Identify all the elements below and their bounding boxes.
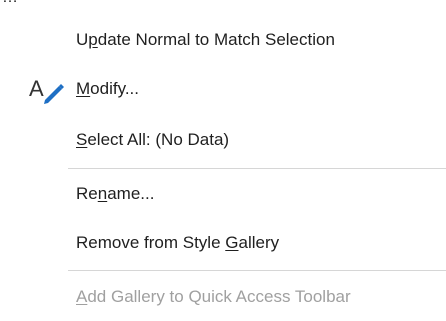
menu-item-select-all[interactable]: Select All: (No Data) [0, 118, 446, 162]
menu-separator [68, 270, 446, 271]
style-format-icon: A [28, 74, 68, 104]
menu-item-label: Rename... [76, 184, 155, 203]
context-menu: Update Normal to Match Selection A Modif… [0, 8, 446, 321]
menu-item-update-normal[interactable]: Update Normal to Match Selection [0, 18, 446, 62]
menu-item-remove-from-gallery[interactable]: Remove from Style Gallery [0, 221, 446, 265]
svg-text:A: A [29, 76, 44, 101]
background-text: … [2, 0, 19, 7]
menu-item-label: Update Normal to Match Selection [76, 30, 335, 49]
menu-item-rename[interactable]: Rename... [0, 172, 446, 216]
menu-item-label: Select All: (No Data) [76, 130, 230, 149]
menu-item-label: Remove from Style Gallery [76, 233, 280, 252]
menu-separator [68, 168, 446, 169]
menu-item-add-gallery-to-qat: Add Gallery to Quick Access Toolbar [0, 275, 446, 319]
menu-item-modify[interactable]: A Modify... [0, 67, 446, 111]
background-text-strip: … [0, 0, 446, 8]
menu-item-label: Add Gallery to Quick Access Toolbar [76, 287, 351, 306]
menu-item-label: Modify... [76, 79, 139, 98]
